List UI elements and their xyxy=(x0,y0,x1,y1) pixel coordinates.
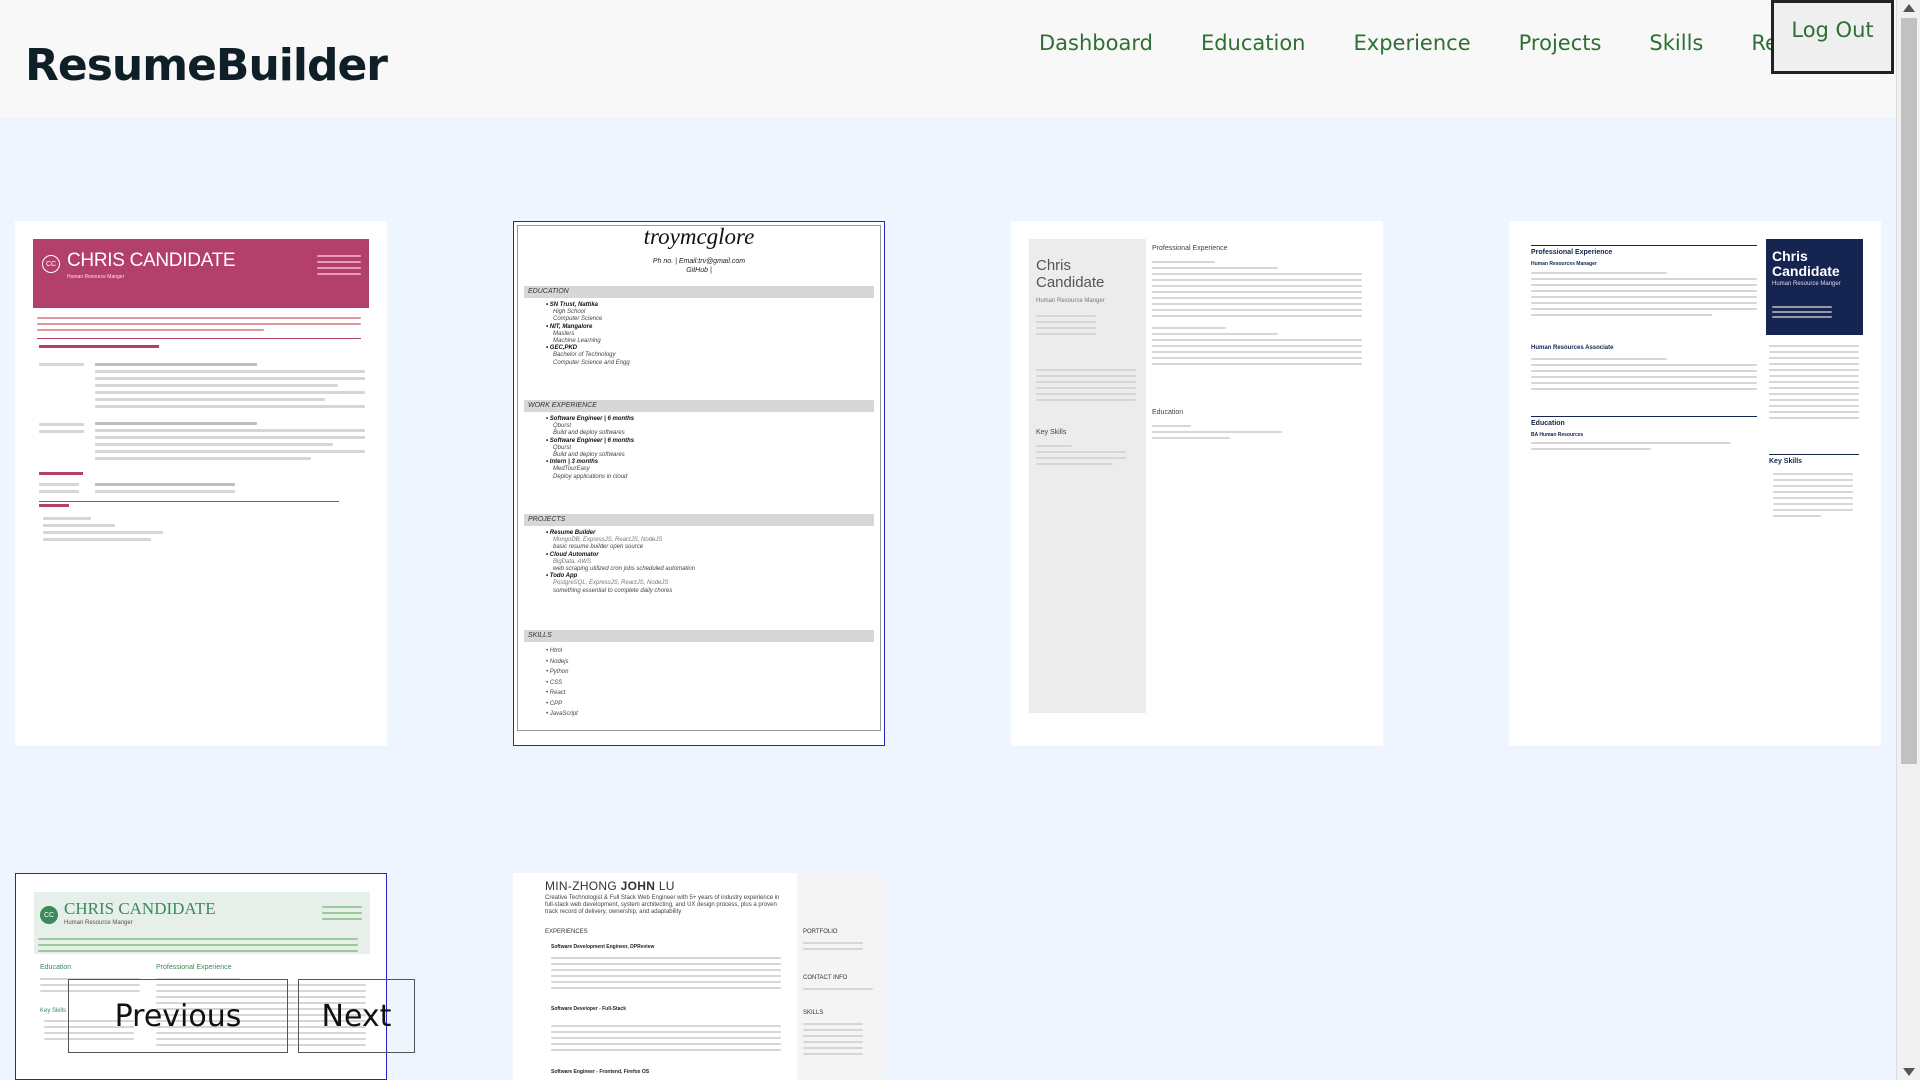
initials-badge: CC xyxy=(42,255,60,273)
job-title-1: Human Resources Manager xyxy=(1531,261,1597,267)
template-sidebar: PORTFOLIO CONTACT INFO SKILLS xyxy=(797,873,885,1080)
template-name-block: Chris Candidate Human Resource Manger xyxy=(1766,239,1863,335)
scrollbar-thumb[interactable] xyxy=(1901,18,1917,764)
template-card-2[interactable]: troymcglore Ph no. | Email:trv@gmail.com… xyxy=(513,221,885,746)
key-skills-heading: Key Skills xyxy=(1036,429,1067,436)
education-heading: Education xyxy=(1152,409,1184,416)
section-heading-skills: SKILLS xyxy=(524,630,874,642)
job-title-1: Software Development Engineer, DPReview xyxy=(551,944,655,950)
summary-lines xyxy=(37,313,361,335)
skills-heading: SKILLS xyxy=(803,1010,824,1016)
education-list: • SN Trust, Nattika High School Computer… xyxy=(546,302,630,366)
template-card-6[interactable]: PORTFOLIO CONTACT INFO SKILLS MIN-ZHONG … xyxy=(513,873,885,1080)
skills-list: • Html • Nodejs • Python • CSS • React •… xyxy=(546,648,578,717)
initials-badge: CC xyxy=(40,906,58,924)
template-name: troymcglore xyxy=(643,224,755,249)
experience-lines xyxy=(1152,257,1362,369)
job-title-2: Software Developer - Full-Stack xyxy=(551,1006,627,1012)
previous-button[interactable]: Previous xyxy=(68,979,288,1053)
nav-links: Dashboard Education Experience Projects … xyxy=(1015,30,1850,56)
scroll-down-arrow-icon[interactable] xyxy=(1903,1068,1915,1076)
template-role: Human Resource Manger xyxy=(64,920,133,926)
summary-text: Creative Technologist & Full Stack Web E… xyxy=(545,895,780,915)
template-name: Chris Candidate xyxy=(1772,248,1840,279)
experience-heading: Professional Experience xyxy=(156,964,232,971)
template-sidebar: Chris Candidate Human Resource Manger Key… xyxy=(1029,239,1146,713)
contact-lines xyxy=(317,251,361,279)
nav-dashboard[interactable]: Dashboard xyxy=(1015,30,1177,56)
template-header-band: CC CHRIS CANDIDATE Human Resource Manger xyxy=(33,239,369,308)
education-heading: Education xyxy=(40,964,72,971)
page-scrollbar[interactable] xyxy=(1896,0,1920,1080)
template-role: Human Resource Manger xyxy=(1772,281,1841,287)
job-title-2: Human Resources Associate xyxy=(1531,345,1614,351)
template-name: CHRIS CANDIDATE xyxy=(67,250,236,271)
template-card-3[interactable]: Chris Candidate Human Resource Manger Key… xyxy=(1011,221,1383,746)
section-heading-education: EDUCATION xyxy=(524,286,874,298)
work-list: • Software Engineer | 6 months Qburst Bu… xyxy=(546,416,635,480)
key-skills-heading: Key Skills xyxy=(40,1008,67,1014)
logout-button[interactable]: Log Out xyxy=(1771,0,1894,74)
nav-skills[interactable]: Skills xyxy=(1625,30,1727,56)
github-line: GitHub | xyxy=(686,267,712,274)
next-button[interactable]: Next xyxy=(298,979,415,1053)
experience-lines xyxy=(95,359,365,464)
nav-education[interactable]: Education xyxy=(1177,30,1330,56)
template-name: MIN-ZHONG JOHN LU xyxy=(545,879,675,893)
brand-logo[interactable]: ResumeBuilder xyxy=(25,40,388,91)
nav-projects[interactable]: Projects xyxy=(1495,30,1626,56)
template-role: Human Resource Manger xyxy=(1036,298,1105,304)
job-title-3: Software Engineer - Frontend, Firefox OS xyxy=(551,1069,650,1075)
contact-heading: CONTACT INFO xyxy=(803,975,848,981)
section-heading-projects: PROJECTS xyxy=(524,514,874,526)
template-card-1[interactable]: CC CHRIS CANDIDATE Human Resource Manger xyxy=(15,221,387,746)
section-heading-work: WORK EXPERIENCE xyxy=(524,400,874,412)
template-role: Human Resource Manger xyxy=(67,274,125,280)
template-name: CHRIS CANDIDATE xyxy=(64,899,216,918)
scroll-up-arrow-icon[interactable] xyxy=(1903,4,1915,12)
key-skills-heading: Key Skills xyxy=(1769,458,1803,465)
experiences-heading: EXPERIENCES xyxy=(545,929,588,935)
nav-experience[interactable]: Experience xyxy=(1330,30,1495,56)
projects-list: • Resume Builder MongoDB, ExpressJS, Rea… xyxy=(546,530,696,594)
template-name: Chris Candidate xyxy=(1036,257,1105,291)
contact-line: Ph no. | Email:trv@gmail.com xyxy=(652,258,746,265)
portfolio-heading: PORTFOLIO xyxy=(803,929,838,935)
template-card-4[interactable]: Chris Candidate Human Resource Manger Pro… xyxy=(1509,221,1881,746)
top-navbar: ResumeBuilder Dashboard Education Experi… xyxy=(0,0,1896,118)
experience-heading: Professional Experience xyxy=(1531,249,1613,256)
education-heading: Education xyxy=(1531,420,1565,427)
experience-heading: Professional Experience xyxy=(1152,245,1228,252)
